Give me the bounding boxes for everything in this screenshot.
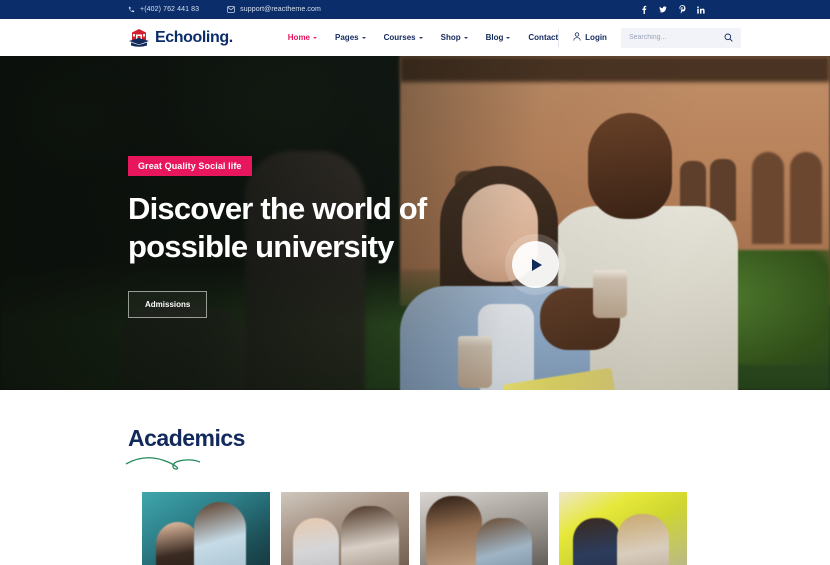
academics-card-grid xyxy=(0,492,830,565)
play-icon xyxy=(532,258,542,271)
chevron-down-icon xyxy=(361,36,366,39)
play-video-button[interactable] xyxy=(512,241,559,288)
nav-item-shop[interactable]: Shop xyxy=(441,33,468,42)
academics-card-2-image xyxy=(281,492,409,565)
nav-item-contact[interactable]: Contact xyxy=(528,33,558,42)
email-contact[interactable]: support@reactheme.com xyxy=(227,6,321,13)
nav-item-pages[interactable]: Pages xyxy=(335,33,366,42)
academics-card-3-image xyxy=(420,492,548,565)
top-bar: +(402) 762 441 83 support@reactheme.com xyxy=(0,0,830,19)
linkedin-icon[interactable] xyxy=(697,5,705,14)
academics-card-1-image xyxy=(142,492,270,565)
chevron-down-icon xyxy=(418,36,423,39)
twitter-icon[interactable] xyxy=(659,5,667,14)
social-links xyxy=(640,5,705,14)
site-header: Echooling. Home Pages Courses Shop Blog … xyxy=(0,19,830,56)
top-bar-contacts: +(402) 762 441 83 support@reactheme.com xyxy=(128,6,321,13)
login-label: Login xyxy=(585,33,607,42)
brand-name: Echooling. xyxy=(155,28,233,46)
phone-icon xyxy=(128,6,135,13)
hero-content: Great Quality Social life Discover the w… xyxy=(128,156,458,318)
nav-label-home: Home xyxy=(287,33,311,42)
academics-card-3[interactable] xyxy=(420,492,548,565)
nav-label-blog: Blog xyxy=(485,33,504,42)
mail-icon xyxy=(227,6,235,13)
user-icon xyxy=(573,32,581,43)
nav-label-shop: Shop xyxy=(440,33,461,42)
hero-title-line-1: Discover the world of xyxy=(128,191,427,226)
search-input[interactable] xyxy=(628,34,724,41)
hero-title: Discover the world of possible universit… xyxy=(128,190,458,266)
academics-card-4[interactable] xyxy=(559,492,687,565)
hero-title-line-2: possible university xyxy=(128,228,394,264)
phone-contact[interactable]: +(402) 762 441 83 xyxy=(128,6,199,13)
pinterest-icon[interactable] xyxy=(678,5,686,14)
search-icon[interactable] xyxy=(724,33,733,42)
login-button[interactable]: Login xyxy=(573,32,607,43)
academics-underline-flourish xyxy=(124,453,830,476)
nav-label-pages: Pages xyxy=(335,33,359,42)
phone-number: +(402) 762 441 83 xyxy=(140,6,200,13)
hero-banner: Great Quality Social life Discover the w… xyxy=(0,56,830,390)
brand-logo[interactable]: Echooling. xyxy=(128,28,233,48)
header-divider xyxy=(558,28,560,47)
nav-item-courses[interactable]: Courses xyxy=(384,33,423,42)
header-actions: Login xyxy=(558,27,741,48)
email-address: support@reactheme.com xyxy=(240,6,321,13)
nav-item-home[interactable]: Home xyxy=(287,33,318,42)
academics-header: Academics xyxy=(0,425,830,476)
chevron-down-icon xyxy=(313,36,318,39)
chevron-down-icon xyxy=(463,36,468,39)
nav-label-contact: Contact xyxy=(528,33,559,42)
facebook-icon[interactable] xyxy=(640,5,648,14)
academics-section: Academics xyxy=(0,390,830,565)
nav-label-courses: Courses xyxy=(383,33,416,42)
admissions-button[interactable]: Admissions xyxy=(128,290,208,318)
main-nav: Home Pages Courses Shop Blog Contact xyxy=(288,33,558,42)
nav-item-blog[interactable]: Blog xyxy=(486,33,511,42)
chevron-down-icon xyxy=(506,36,511,39)
academics-card-1[interactable] xyxy=(142,492,270,565)
school-building-icon xyxy=(128,28,150,48)
academics-card-4-image xyxy=(559,492,687,565)
search-box[interactable] xyxy=(620,27,741,48)
academics-title: Academics xyxy=(128,425,245,451)
hero-badge: Great Quality Social life xyxy=(128,156,252,176)
academics-card-2[interactable] xyxy=(281,492,409,565)
